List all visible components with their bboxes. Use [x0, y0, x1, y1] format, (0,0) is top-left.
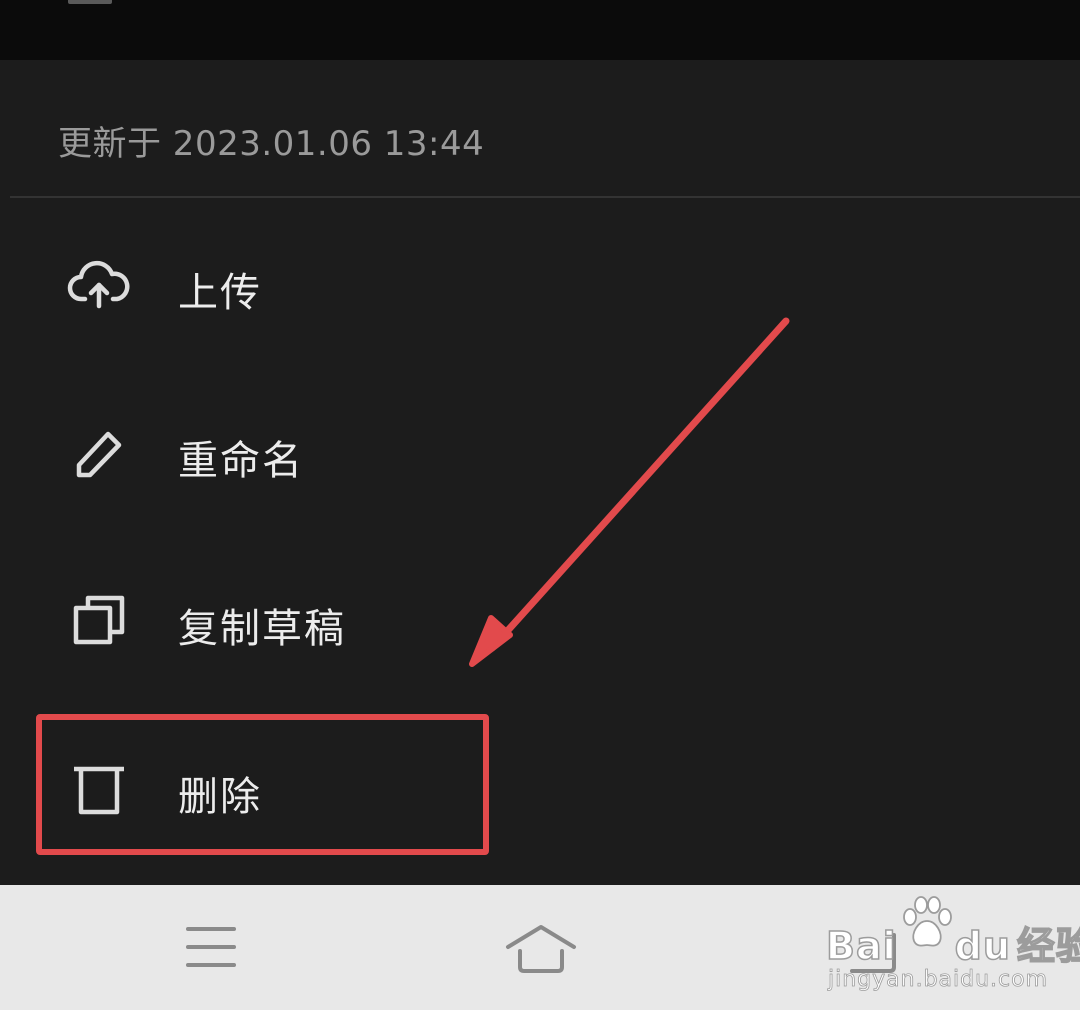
menu-item-copy-draft-label: 复制草稿: [178, 606, 346, 652]
menu-item-delete-label: 删除: [178, 774, 262, 820]
updated-timestamp: 更新于 2023.01.06 13:44: [58, 124, 485, 164]
divider: [10, 196, 1080, 198]
baidu-jingyan-watermark: Bai du 经验 jingyan.baidu.com: [825, 893, 1080, 1003]
nav-home-button[interactable]: [496, 913, 586, 983]
pencil-icon: [66, 420, 132, 486]
copy-icon: [66, 588, 132, 654]
screen: 更新于 2023.01.06 13:44 上传 重命名 复制草稿 删除 Bai …: [0, 0, 1080, 1010]
trash-icon: [66, 756, 132, 822]
menu-item-copy-draft[interactable]: 复制草稿: [0, 560, 1080, 680]
menu-item-upload[interactable]: 上传: [0, 224, 1080, 344]
cloud-upload-icon: [66, 252, 132, 318]
action-sheet: 更新于 2023.01.06 13:44 上传 重命名 复制草稿 删除: [0, 60, 1080, 885]
menu-icon: [186, 927, 236, 967]
nav-menu-button[interactable]: [166, 913, 256, 983]
menu-item-delete[interactable]: 删除: [0, 728, 1080, 848]
watermark-url: jingyan.baidu.com: [828, 967, 1049, 993]
menu-item-rename[interactable]: 重命名: [0, 392, 1080, 512]
menu-item-upload-label: 上传: [178, 270, 262, 316]
menu-item-rename-label: 重命名: [178, 438, 304, 484]
baidu-paw-icon: [903, 896, 952, 947]
top-strip-handle: [68, 0, 112, 4]
top-strip: [0, 0, 1080, 60]
system-navbar: Bai du 经验 jingyan.baidu.com: [0, 885, 1080, 1010]
home-icon: [506, 925, 576, 973]
